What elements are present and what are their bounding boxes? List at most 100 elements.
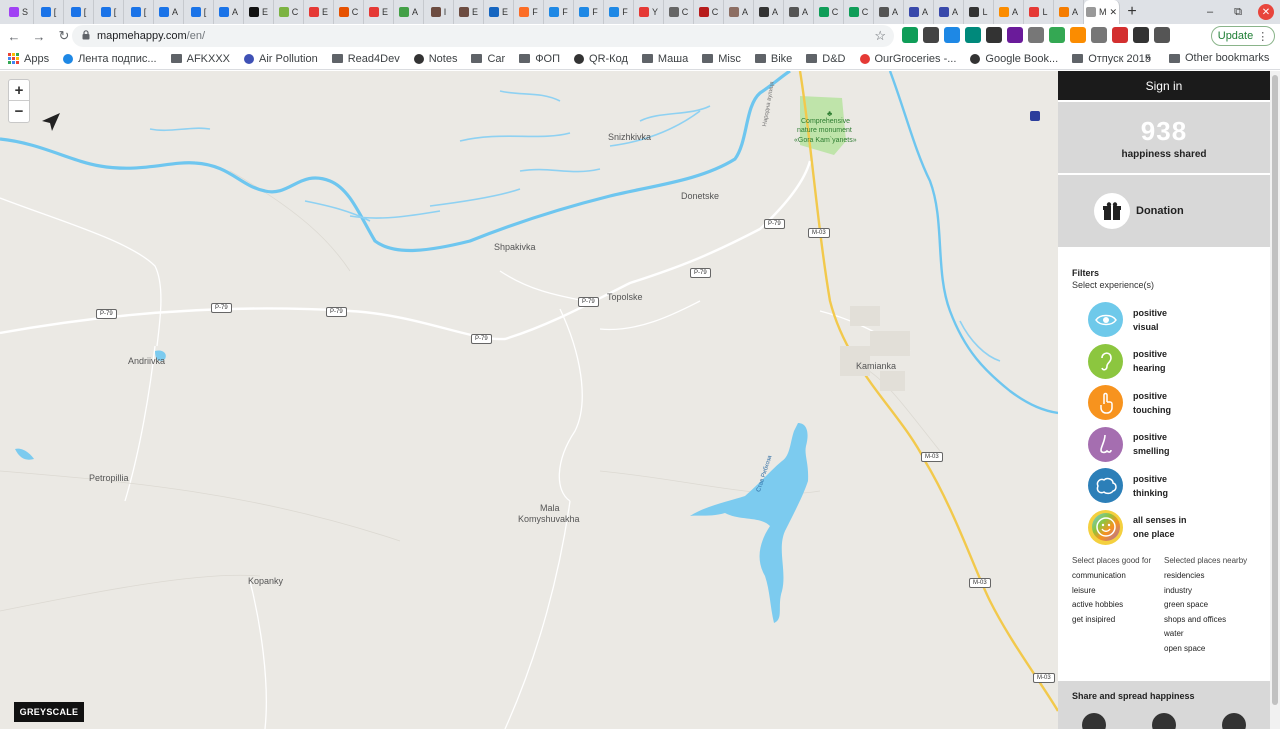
bookmark-item[interactable]: Лента подпис... bbox=[63, 53, 157, 65]
bookmark-item[interactable]: ФОП bbox=[519, 53, 560, 65]
back-button[interactable]: ← bbox=[3, 25, 25, 47]
browser-tab[interactable]: [ bbox=[64, 0, 94, 24]
bookmark-item[interactable]: Apps bbox=[8, 53, 49, 65]
scrollbar-thumb[interactable] bbox=[1272, 75, 1278, 705]
browser-tab[interactable]: E bbox=[304, 0, 334, 24]
extension-icon[interactable] bbox=[944, 27, 960, 43]
bookmark-item[interactable]: Отпуск 2015 bbox=[1072, 53, 1151, 65]
place-filter-item[interactable]: industry bbox=[1164, 586, 1256, 601]
extension-icon[interactable] bbox=[1133, 27, 1149, 43]
browser-tab[interactable]: C bbox=[814, 0, 844, 24]
browser-tab[interactable]: E bbox=[364, 0, 394, 24]
restore-button[interactable]: ⧉ bbox=[1224, 0, 1252, 24]
greyscale-toggle-button[interactable]: GREYSCALE bbox=[14, 702, 84, 722]
browser-tab[interactable]: A bbox=[874, 0, 904, 24]
extension-icon[interactable] bbox=[1070, 27, 1086, 43]
browser-tab[interactable]: A bbox=[784, 0, 814, 24]
browser-tab[interactable]: [ bbox=[124, 0, 154, 24]
close-window-button[interactable]: ✕ bbox=[1252, 0, 1280, 24]
browser-tab[interactable]: E bbox=[454, 0, 484, 24]
bookmark-star-icon[interactable]: ☆ bbox=[874, 28, 886, 44]
update-button[interactable]: Update ⋮ bbox=[1211, 26, 1275, 46]
browser-tab[interactable]: A bbox=[154, 0, 184, 24]
browser-tab[interactable]: A bbox=[934, 0, 964, 24]
browser-tab[interactable]: F bbox=[514, 0, 544, 24]
browser-tab[interactable]: S bbox=[4, 0, 34, 24]
extension-icon[interactable] bbox=[965, 27, 981, 43]
twitter-icon[interactable] bbox=[1222, 713, 1246, 729]
browser-tab[interactable]: [ bbox=[34, 0, 64, 24]
zoom-out-button[interactable]: − bbox=[9, 101, 29, 122]
bookmark-item[interactable]: AFKXXX bbox=[170, 53, 230, 65]
bookmark-item[interactable]: Notes bbox=[413, 53, 457, 65]
browser-tab[interactable]: L bbox=[1024, 0, 1054, 24]
bookmark-item[interactable]: Misc bbox=[702, 53, 741, 65]
address-bar[interactable]: mapmehappy.com/en/ ☆ bbox=[72, 25, 894, 47]
bookmark-item[interactable]: Car bbox=[471, 53, 505, 65]
extension-icon[interactable] bbox=[1007, 27, 1023, 43]
tab-close-icon[interactable]: ✕ bbox=[1109, 7, 1117, 18]
sense-filter-item[interactable]: positive visual bbox=[1088, 299, 1256, 341]
bookmarks-overflow-button[interactable]: » bbox=[1145, 52, 1151, 64]
browser-tab[interactable]: A bbox=[904, 0, 934, 24]
extension-icon[interactable] bbox=[1154, 27, 1170, 43]
browser-tab[interactable]: F bbox=[574, 0, 604, 24]
extension-icon[interactable] bbox=[1028, 27, 1044, 43]
sign-in-button[interactable]: Sign in bbox=[1058, 71, 1270, 100]
bookmark-item[interactable]: Маша bbox=[641, 53, 688, 65]
other-bookmarks[interactable]: Other bookmarks bbox=[1169, 52, 1269, 64]
bookmark-item[interactable]: Read4Dev bbox=[331, 53, 400, 65]
sense-filter-item[interactable]: positive smelling bbox=[1088, 424, 1256, 466]
extension-icon[interactable] bbox=[902, 27, 918, 43]
mail-icon[interactable] bbox=[1152, 713, 1176, 729]
active-tab[interactable]: M ✕ bbox=[1084, 0, 1120, 24]
place-filter-item[interactable]: communication bbox=[1072, 571, 1164, 586]
browser-tab[interactable]: A bbox=[214, 0, 244, 24]
browser-tab[interactable]: A bbox=[394, 0, 424, 24]
sense-filter-item[interactable]: all senses in one place bbox=[1088, 507, 1256, 549]
extension-icon[interactable] bbox=[1091, 27, 1107, 43]
sense-filter-item[interactable]: positive touching bbox=[1088, 382, 1256, 424]
browser-tab[interactable]: C bbox=[694, 0, 724, 24]
facebook-icon[interactable] bbox=[1082, 713, 1106, 729]
bookmark-item[interactable]: OurGroceries -... bbox=[859, 53, 956, 65]
map-layers-icon[interactable] bbox=[1030, 111, 1040, 121]
extension-icon[interactable] bbox=[986, 27, 1002, 43]
panel-scrollbar[interactable] bbox=[1270, 71, 1280, 729]
donation-button[interactable]: Donation bbox=[1058, 175, 1270, 247]
browser-tab[interactable]: [ bbox=[184, 0, 214, 24]
browser-tab[interactable]: C bbox=[844, 0, 874, 24]
place-filter-item[interactable]: residencies bbox=[1164, 571, 1256, 586]
place-filter-item[interactable]: open space bbox=[1164, 644, 1256, 659]
bookmark-item[interactable]: Air Pollution bbox=[244, 53, 318, 65]
browser-tab[interactable]: Y bbox=[634, 0, 664, 24]
browser-tab[interactable]: E bbox=[244, 0, 274, 24]
minimize-button[interactable]: – bbox=[1196, 0, 1224, 24]
browser-tab[interactable]: A bbox=[724, 0, 754, 24]
bookmark-item[interactable]: D&D bbox=[806, 53, 846, 65]
extension-icon[interactable] bbox=[1112, 27, 1128, 43]
zoom-in-button[interactable]: + bbox=[9, 80, 29, 101]
sense-filter-item[interactable]: positive thinking bbox=[1088, 465, 1256, 507]
extension-icon[interactable] bbox=[923, 27, 939, 43]
browser-tab[interactable]: [ bbox=[94, 0, 124, 24]
browser-tab[interactable]: I bbox=[424, 0, 454, 24]
place-filter-item[interactable]: get insipired bbox=[1072, 615, 1164, 630]
browser-tab[interactable]: L bbox=[964, 0, 994, 24]
browser-tab[interactable]: F bbox=[544, 0, 574, 24]
browser-tab[interactable]: C bbox=[334, 0, 364, 24]
place-filter-item[interactable]: green space bbox=[1164, 600, 1256, 615]
place-filter-item[interactable]: shops and offices bbox=[1164, 615, 1256, 630]
forward-button[interactable]: → bbox=[28, 25, 50, 47]
browser-tab[interactable]: A bbox=[754, 0, 784, 24]
place-filter-item[interactable]: water bbox=[1164, 629, 1256, 644]
sense-filter-item[interactable]: positive hearing bbox=[1088, 341, 1256, 383]
bookmark-item[interactable]: Bike bbox=[754, 53, 792, 65]
browser-tab[interactable]: A bbox=[994, 0, 1024, 24]
place-filter-item[interactable]: active hobbies bbox=[1072, 600, 1164, 615]
browser-tab[interactable]: E bbox=[484, 0, 514, 24]
place-filter-item[interactable]: leisure bbox=[1072, 586, 1164, 601]
browser-tab[interactable]: C bbox=[274, 0, 304, 24]
bookmark-item[interactable]: QR-Код bbox=[574, 53, 628, 65]
new-tab-button[interactable]: + bbox=[1120, 0, 1144, 24]
